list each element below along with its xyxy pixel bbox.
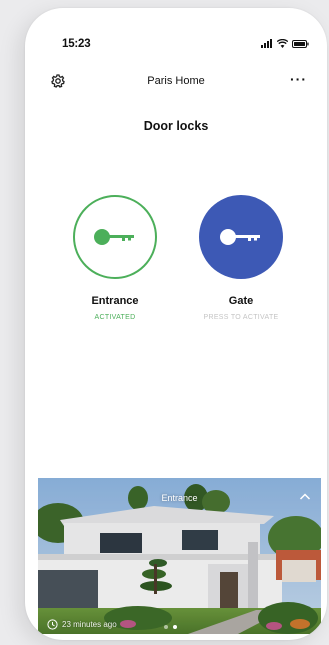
lock-entrance[interactable]: Entrance ACTIVATED — [65, 195, 165, 321]
wifi-icon — [277, 39, 288, 48]
lock-status: ACTIVATED — [94, 314, 136, 321]
key-icon — [94, 229, 134, 245]
battery-icon — [292, 39, 309, 48]
chevron-up-icon[interactable] — [298, 490, 312, 504]
status-time: 15:23 — [62, 38, 91, 50]
app-header: Paris Home ··· — [25, 66, 327, 96]
camera-timestamp: 23 minutes ago — [62, 620, 117, 629]
camera-preview[interactable]: Entrance 23 minutes ago — [38, 478, 321, 634]
key-icon — [220, 229, 260, 245]
lock-status: PRESS TO ACTIVATE — [203, 314, 279, 321]
page-title: Door locks — [143, 119, 209, 133]
pagination-dot[interactable] — [164, 625, 168, 629]
camera-label: Entrance — [161, 493, 198, 503]
pagination-dot-active[interactable] — [173, 625, 177, 629]
phone-screen: 15:23 Paris Home ··· Door locks Entrance… — [25, 8, 327, 640]
lock-entrance-button[interactable] — [73, 195, 157, 279]
lock-name: Entrance — [91, 295, 139, 307]
lock-gate-button[interactable] — [199, 195, 283, 279]
pagination-dots[interactable] — [164, 625, 177, 629]
more-options-icon[interactable]: ··· — [290, 72, 307, 86]
signal-icon — [261, 39, 272, 48]
clock-icon — [47, 619, 58, 630]
home-title[interactable]: Paris Home — [25, 75, 327, 87]
lock-name: Gate — [228, 295, 254, 307]
status-icons — [261, 39, 309, 48]
lock-gate[interactable]: Gate PRESS TO ACTIVATE — [191, 195, 291, 321]
status-bar: 15:23 — [25, 8, 327, 50]
